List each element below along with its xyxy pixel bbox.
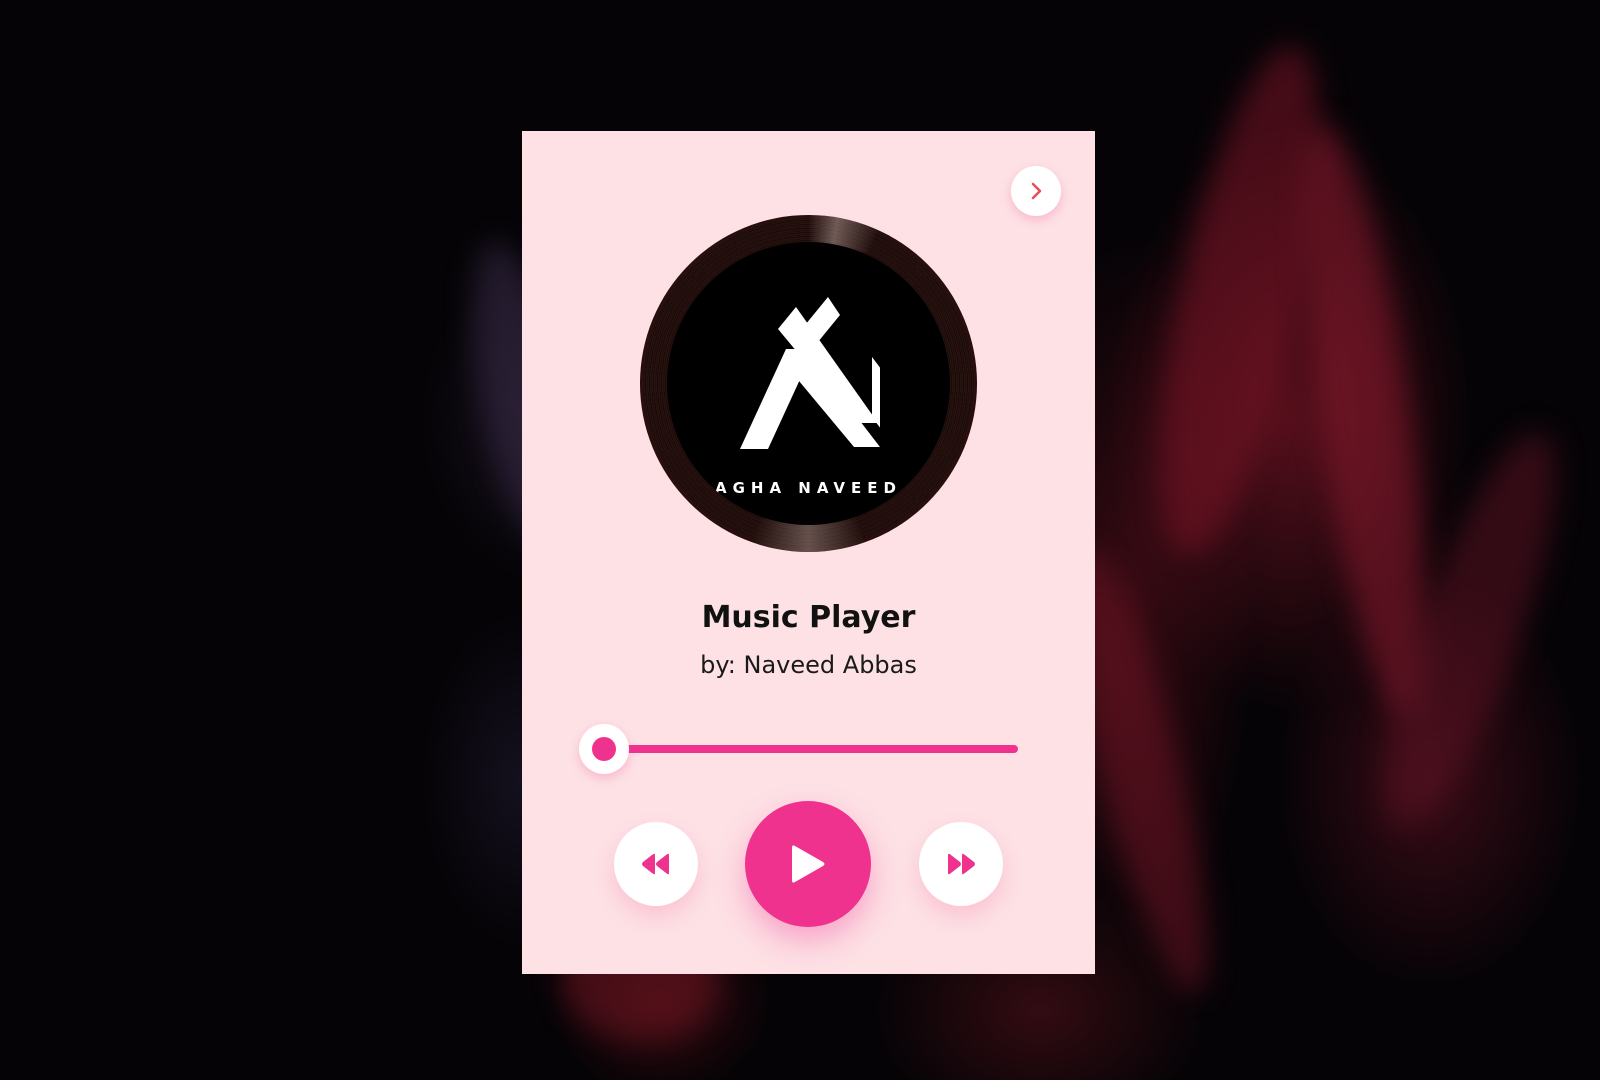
fast-forward-button[interactable] (919, 822, 1003, 906)
rewind-icon (642, 853, 669, 875)
track-title: Music Player (701, 600, 916, 635)
progress-thumb-dot (592, 737, 616, 761)
album-art-text: AGHA NAVEED (714, 479, 902, 497)
track-artist: by: Naveed Abbas (700, 651, 917, 679)
progress-slider[interactable] (579, 724, 1018, 774)
agha-naveed-logo-icon (740, 297, 880, 449)
chevron-right-icon (1031, 182, 1042, 200)
album-art-disc: AGHA NAVEED (640, 215, 977, 552)
album-art-label: AGHA NAVEED (667, 242, 950, 525)
music-player-card: AGHA NAVEED Music Player by: Naveed Abba… (522, 131, 1095, 974)
play-button[interactable] (745, 801, 871, 927)
progress-thumb[interactable] (579, 724, 629, 774)
fast-forward-icon (948, 853, 975, 875)
play-icon (792, 845, 825, 883)
next-track-button[interactable] (1011, 166, 1061, 216)
rewind-button[interactable] (614, 822, 698, 906)
